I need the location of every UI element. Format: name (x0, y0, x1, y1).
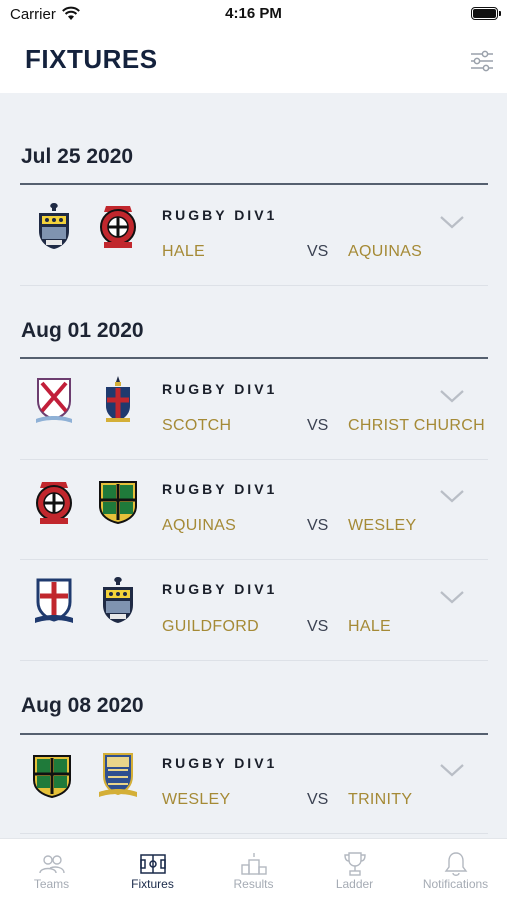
header: FIXTURES (0, 30, 507, 93)
away-team: WESLEY (348, 517, 417, 534)
podium-icon (241, 853, 267, 875)
tab-notifications[interactable]: Notifications (405, 839, 506, 900)
vs-label: VS (307, 243, 329, 260)
chevron-down-icon[interactable] (437, 587, 467, 607)
vs-label: VS (307, 618, 329, 635)
home-team: HALE (162, 243, 205, 260)
aquinas-crest-icon (36, 482, 72, 524)
fixture-division: RUGBY DIV1 (162, 481, 278, 497)
home-team: AQUINAS (162, 517, 237, 534)
tab-fixtures[interactable]: Fixtures (102, 839, 203, 900)
aquinas-crest-icon (100, 206, 136, 248)
hale-crest-icon (103, 577, 133, 623)
bell-icon (444, 852, 468, 876)
clock: 4:16 PM (225, 5, 282, 22)
chevron-down-icon[interactable] (437, 212, 467, 232)
date-header: Jul 25 2020 (21, 145, 134, 168)
fixture-division: RUGBY DIV1 (162, 381, 278, 397)
date-divider (20, 733, 488, 735)
away-team: TRINITY (348, 791, 413, 808)
wesley-crest-icon (99, 481, 137, 525)
field-icon (140, 854, 166, 874)
tab-ladder[interactable]: Ladder (304, 839, 405, 900)
home-team: GUILDFORD (162, 618, 259, 635)
home-team: WESLEY (162, 791, 231, 808)
trinity-crest-icon (99, 753, 137, 797)
away-team: CHRIST CHURCH (348, 417, 485, 434)
hale-crest-icon (39, 203, 69, 249)
row-divider (20, 660, 488, 661)
vs-label: VS (307, 517, 329, 534)
home-team: SCOTCH (162, 417, 232, 434)
chevron-down-icon[interactable] (437, 386, 467, 406)
tab-label: Notifications (422, 877, 489, 891)
tab-label: Ladder (335, 877, 374, 891)
fixture-division: RUGBY DIV1 (162, 581, 278, 597)
chevron-down-icon[interactable] (437, 486, 467, 506)
wesley-crest-icon (33, 755, 71, 799)
status-bar: Carrier 4:16 PM (0, 0, 507, 30)
row-divider (20, 559, 488, 560)
tab-teams[interactable]: Teams (1, 839, 102, 900)
away-team: AQUINAS (348, 243, 423, 260)
row-divider (20, 459, 488, 460)
tab-label: Fixtures (131, 877, 174, 891)
date-header: Aug 01 2020 (21, 319, 144, 342)
tab-results[interactable]: Results (203, 839, 304, 900)
chevron-down-icon[interactable] (437, 760, 467, 780)
date-divider (20, 183, 488, 185)
fixtures-list: Jul 25 2020 RUGBY DIV1 HALE VS AQUINAS A… (0, 93, 507, 838)
filter-settings-icon[interactable] (468, 47, 496, 75)
row-divider (20, 285, 488, 286)
fixture-division: RUGBY DIV1 (162, 207, 278, 223)
tab-label: Teams (33, 877, 70, 891)
scotch-crest-icon (36, 378, 72, 423)
fixture-division: RUGBY DIV1 (162, 755, 278, 771)
row-divider (20, 833, 488, 834)
trophy-icon (344, 852, 366, 876)
date-divider (20, 357, 488, 359)
guildford-crest-icon (35, 578, 73, 623)
vs-label: VS (307, 791, 329, 808)
date-header: Aug 08 2020 (21, 694, 144, 717)
teams-icon (39, 855, 65, 874)
tab-bar: Teams Fixtures Results Ladder Notificati… (0, 838, 507, 900)
battery-icon (471, 7, 501, 20)
christ-church-crest-icon (106, 376, 130, 422)
page-title: FIXTURES (25, 44, 158, 74)
tab-label: Results (233, 877, 274, 891)
vs-label: VS (307, 417, 329, 434)
away-team: HALE (348, 618, 391, 635)
